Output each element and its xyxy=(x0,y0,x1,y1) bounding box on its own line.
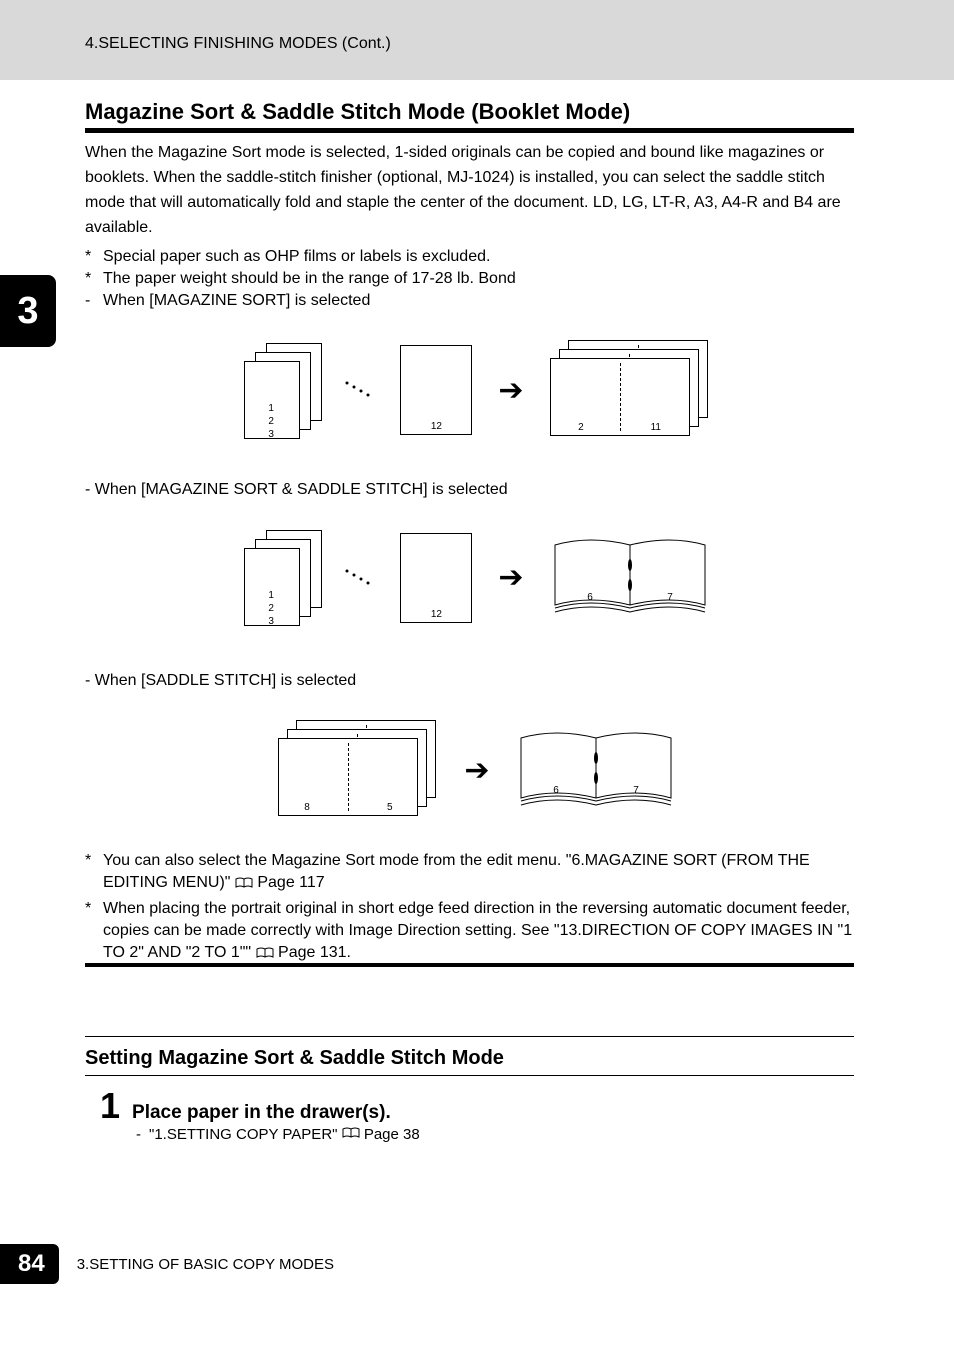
page-number: 12 xyxy=(401,421,471,432)
page-ref: Page 131. xyxy=(278,944,351,961)
booklet-output: 6 7 xyxy=(516,723,676,818)
bullet-text: The paper weight should be in the range … xyxy=(103,268,516,290)
originals-stack: 1 2 3 xyxy=(244,530,324,625)
thin-rule xyxy=(85,1075,854,1076)
last-page: 12 xyxy=(400,533,472,623)
bullet-mark: * xyxy=(85,246,103,268)
list-item: * Special paper such as OHP films or lab… xyxy=(85,246,854,268)
page-ref: Page 38 xyxy=(364,1126,420,1143)
rule xyxy=(85,128,854,133)
ellipsis-icon xyxy=(342,563,382,593)
list-item: - When [MAGAZINE SORT] is selected xyxy=(85,290,854,312)
sheet-label: 1 xyxy=(268,403,274,414)
thin-rule xyxy=(85,1036,854,1037)
note-text: You can also select the Magazine Sort mo… xyxy=(103,850,854,894)
bullet-mark: - xyxy=(85,290,103,312)
bullet-mark: - xyxy=(136,1126,141,1143)
arrow-right-icon: ➔ xyxy=(456,753,497,788)
text: "1.SETTING COPY PAPER" xyxy=(149,1126,342,1143)
step-text: Place paper in the drawer(s). xyxy=(132,1102,391,1124)
sheet-label: 3 xyxy=(268,616,274,627)
output-spread-stack: 67 49 211 xyxy=(550,340,710,440)
notes-list: * You can also select the Magazine Sort … xyxy=(85,850,854,968)
bullet-mark: * xyxy=(85,898,103,964)
originals-stack: 1 2 3 xyxy=(244,343,324,438)
footer: 84 3.SETTING OF BASIC COPY MODES xyxy=(0,1244,334,1284)
bullet-list: * Special paper such as OHP films or lab… xyxy=(85,246,854,312)
book-ref-icon xyxy=(235,874,253,886)
arrow-right-icon: ➔ xyxy=(490,373,531,408)
intro-paragraph: When the Magazine Sort mode is selected,… xyxy=(85,140,854,240)
bullet-text: When [MAGAZINE SORT] is selected xyxy=(103,290,370,312)
step: 1 Place paper in the drawer(s). xyxy=(100,1085,391,1127)
sheet-label: 3 xyxy=(268,429,274,440)
page-number: 8 xyxy=(304,802,310,813)
ellipsis-icon xyxy=(342,375,382,405)
diagram-saddle-only: 121 103 85 ➔ 6 7 xyxy=(0,720,954,820)
step-number: 1 xyxy=(100,1085,120,1127)
text: When placing the portrait original in sh… xyxy=(103,900,852,961)
list-item: * When placing the portrait original in … xyxy=(85,898,854,964)
booklet-output: 6 7 xyxy=(550,530,710,625)
rule xyxy=(85,963,854,967)
list-item: * You can also select the Magazine Sort … xyxy=(85,850,854,894)
page-number: 6 xyxy=(553,785,559,796)
sub-heading: - When [MAGAZINE SORT & SADDLE STITCH] i… xyxy=(85,481,508,499)
page-number: 5 xyxy=(387,802,393,813)
sub-heading: - When [SADDLE STITCH] is selected xyxy=(85,672,356,690)
breadcrumb: 4.SELECTING FINISHING MODES (Cont.) xyxy=(85,35,391,53)
bullet-mark: * xyxy=(85,268,103,290)
book-ref-icon xyxy=(342,1126,360,1138)
chapter-tab: 3 xyxy=(0,275,56,347)
text: You can also select the Magazine Sort mo… xyxy=(103,852,810,891)
section-title: Magazine Sort & Saddle Stitch Mode (Book… xyxy=(85,99,630,125)
note-text: When placing the portrait original in sh… xyxy=(103,898,854,964)
page-number: 2 xyxy=(578,422,584,433)
sheet-label: 1 xyxy=(268,590,274,601)
page-ref: Page 117 xyxy=(257,874,324,891)
last-page: 12 xyxy=(400,345,472,435)
sheet-label: 2 xyxy=(268,416,274,427)
input-spread-stack: 121 103 85 xyxy=(278,720,438,820)
diagram-magazine-sort: 1 2 3 12 ➔ 67 49 211 xyxy=(0,340,954,440)
step-sub: - "1.SETTING COPY PAPER" Page 38 xyxy=(136,1126,420,1143)
subsection-title: Setting Magazine Sort & Saddle Stitch Mo… xyxy=(85,1047,504,1070)
bullet-mark: * xyxy=(85,850,103,894)
page-number: 7 xyxy=(667,592,673,603)
sheet-label: 2 xyxy=(268,603,274,614)
list-item: * The paper weight should be in the rang… xyxy=(85,268,854,290)
bullet-text: Special paper such as OHP films or label… xyxy=(103,246,490,268)
footer-text: 3.SETTING OF BASIC COPY MODES xyxy=(77,1256,334,1273)
arrow-right-icon: ➔ xyxy=(490,560,531,595)
page-number: 11 xyxy=(651,422,661,433)
page-number: 7 xyxy=(633,785,639,796)
book-ref-icon xyxy=(256,944,274,956)
page-number: 6 xyxy=(587,592,593,603)
diagram-magazine-saddle: 1 2 3 12 ➔ 6 7 xyxy=(0,530,954,625)
page-number-badge: 84 xyxy=(0,1244,59,1284)
page-number: 12 xyxy=(401,609,471,620)
